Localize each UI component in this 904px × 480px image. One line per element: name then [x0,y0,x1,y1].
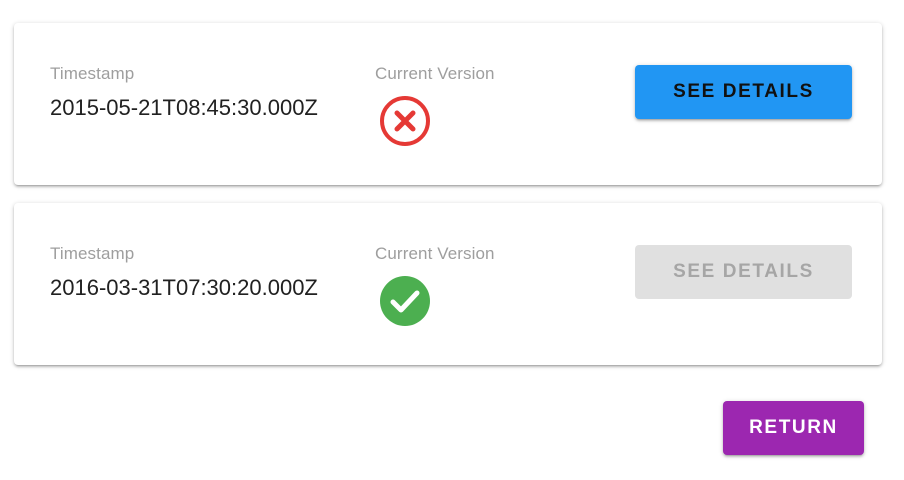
timestamp-value: 2016-03-31T07:30:20.000Z [50,275,318,300]
version-card: Timestamp 2015-05-21T08:45:30.000Z Curre… [14,23,882,185]
error-circle-icon [380,96,430,146]
timestamp-value: 2015-05-21T08:45:30.000Z [50,95,318,120]
check-circle-icon [380,276,430,326]
see-details-button-disabled: SEE DETAILS [635,245,852,299]
return-button[interactable]: RETURN [723,401,864,455]
current-version-label: Current Version [375,244,495,263]
timestamp-label: Timestamp [50,64,135,83]
current-version-label: Current Version [375,64,495,83]
see-details-button[interactable]: SEE DETAILS [635,65,852,119]
timestamp-label: Timestamp [50,244,135,263]
version-card: Timestamp 2016-03-31T07:30:20.000Z Curre… [14,203,882,365]
version-list: Timestamp 2015-05-21T08:45:30.000Z Curre… [14,23,882,383]
